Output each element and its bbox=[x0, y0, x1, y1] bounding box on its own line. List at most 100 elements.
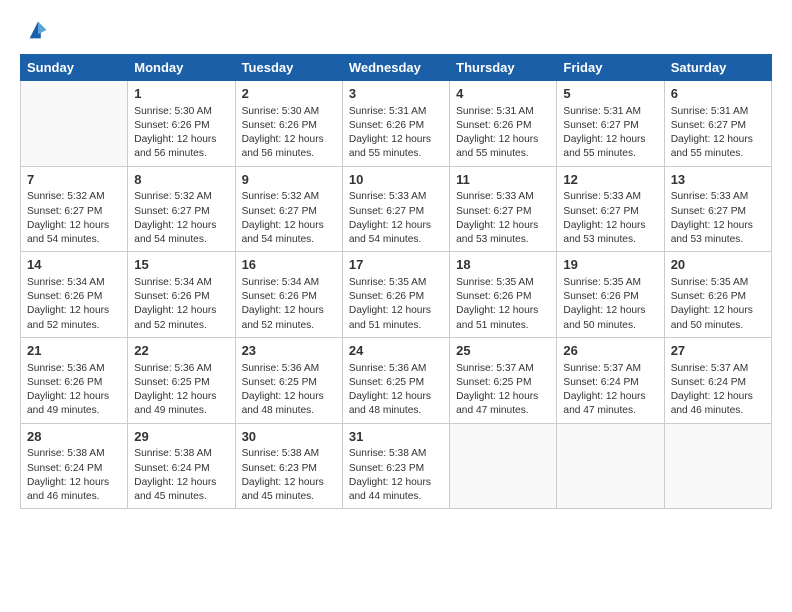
header-row: SundayMondayTuesdayWednesdayThursdayFrid… bbox=[21, 55, 772, 81]
day-number: 11 bbox=[456, 171, 550, 189]
day-number: 27 bbox=[671, 342, 765, 360]
day-number: 20 bbox=[671, 256, 765, 274]
day-number: 15 bbox=[134, 256, 228, 274]
day-number: 16 bbox=[242, 256, 336, 274]
day-cell: 28Sunrise: 5:38 AM Sunset: 6:24 PM Dayli… bbox=[21, 423, 128, 509]
day-number: 12 bbox=[563, 171, 657, 189]
day-info: Sunrise: 5:33 AM Sunset: 6:27 PM Dayligh… bbox=[671, 190, 765, 247]
day-info: Sunrise: 5:31 AM Sunset: 6:26 PM Dayligh… bbox=[349, 105, 443, 162]
day-cell: 16Sunrise: 5:34 AM Sunset: 6:26 PM Dayli… bbox=[235, 252, 342, 338]
day-number: 21 bbox=[27, 342, 121, 360]
day-number: 8 bbox=[134, 171, 228, 189]
header bbox=[20, 16, 772, 44]
day-info: Sunrise: 5:36 AM Sunset: 6:25 PM Dayligh… bbox=[242, 362, 336, 419]
day-number: 30 bbox=[242, 428, 336, 446]
day-cell: 18 Sunrise: 5:35 AM Sunset: 6:26 PM Dayli… bbox=[450, 252, 557, 338]
day-info: Sunrise: 5:33 AM Sunset: 6:27 PM Dayligh… bbox=[349, 190, 443, 247]
day-cell: 27 Sunrise: 5:37 AM Sunset: 6:24 PM Dayli… bbox=[664, 338, 771, 424]
day-cell: 19 Sunrise: 5:35 AM Sunset: 6:26 PM Dayli… bbox=[557, 252, 664, 338]
day-info: Sunrise: 5:36 AM Sunset: 6:25 PM Dayligh… bbox=[349, 362, 443, 419]
day-cell: 12Sunrise: 5:33 AM Sunset: 6:27 PM Dayli… bbox=[557, 166, 664, 252]
day-number: 17 bbox=[349, 256, 443, 274]
day-cell: 29Sunrise: 5:38 AM Sunset: 6:24 PM Dayli… bbox=[128, 423, 235, 509]
day-info: Sunrise: 5:32 AM Sunset: 6:27 PM Dayligh… bbox=[242, 190, 336, 247]
day-cell bbox=[664, 423, 771, 509]
day-info: Sunrise: 5:38 AM Sunset: 6:23 PM Dayligh… bbox=[242, 447, 336, 504]
day-cell: 31Sunrise: 5:38 AM Sunset: 6:23 PM Dayli… bbox=[342, 423, 449, 509]
header-cell-thursday: Thursday bbox=[450, 55, 557, 81]
logo-icon bbox=[24, 16, 52, 44]
day-cell: 24 Sunrise: 5:36 AM Sunset: 6:25 PM Dayli… bbox=[342, 338, 449, 424]
header-cell-wednesday: Wednesday bbox=[342, 55, 449, 81]
day-number: 3 bbox=[349, 85, 443, 103]
day-number: 18 bbox=[456, 256, 550, 274]
calendar-table: SundayMondayTuesdayWednesdayThursdayFrid… bbox=[20, 54, 772, 509]
day-cell: 9Sunrise: 5:32 AM Sunset: 6:27 PM Daylig… bbox=[235, 166, 342, 252]
day-cell: 21Sunrise: 5:36 AM Sunset: 6:26 PM Dayli… bbox=[21, 338, 128, 424]
header-cell-sunday: Sunday bbox=[21, 55, 128, 81]
day-number: 14 bbox=[27, 256, 121, 274]
day-cell: 1 Sunrise: 5:30 AM Sunset: 6:26 PM Daylig… bbox=[128, 81, 235, 167]
day-cell: 7Sunrise: 5:32 AM Sunset: 6:27 PM Daylig… bbox=[21, 166, 128, 252]
day-cell: 25 Sunrise: 5:37 AM Sunset: 6:25 PM Dayli… bbox=[450, 338, 557, 424]
week-row-3: 14 Sunrise: 5:34 AM Sunset: 6:26 PM Dayli… bbox=[21, 252, 772, 338]
day-cell: 17Sunrise: 5:35 AM Sunset: 6:26 PM Dayli… bbox=[342, 252, 449, 338]
day-number: 1 bbox=[134, 85, 228, 103]
page: SundayMondayTuesdayWednesdayThursdayFrid… bbox=[0, 0, 792, 521]
day-cell: 20 Sunrise: 5:35 AM Sunset: 6:26 PM Dayli… bbox=[664, 252, 771, 338]
day-info: Sunrise: 5:35 AM Sunset: 6:26 PM Dayligh… bbox=[563, 276, 657, 333]
day-number: 4 bbox=[456, 85, 550, 103]
day-info: Sunrise: 5:31 AM Sunset: 6:26 PM Dayligh… bbox=[456, 105, 550, 162]
day-info: Sunrise: 5:31 AM Sunset: 6:27 PM Dayligh… bbox=[671, 105, 765, 162]
day-info: Sunrise: 5:38 AM Sunset: 6:24 PM Dayligh… bbox=[134, 447, 228, 504]
header-cell-saturday: Saturday bbox=[664, 55, 771, 81]
day-info: Sunrise: 5:38 AM Sunset: 6:23 PM Dayligh… bbox=[349, 447, 443, 504]
day-info: Sunrise: 5:33 AM Sunset: 6:27 PM Dayligh… bbox=[456, 190, 550, 247]
week-row-2: 7 Sunrise: 5:32 AM Sunset: 6:27 PM Daylig… bbox=[21, 166, 772, 252]
day-number: 13 bbox=[671, 171, 765, 189]
day-info: Sunrise: 5:30 AM Sunset: 6:26 PM Dayligh… bbox=[134, 105, 228, 162]
day-info: Sunrise: 5:37 AM Sunset: 6:24 PM Dayligh… bbox=[563, 362, 657, 419]
day-cell: 11Sunrise: 5:33 AM Sunset: 6:27 PM Dayli… bbox=[450, 166, 557, 252]
logo bbox=[20, 16, 52, 44]
day-info: Sunrise: 5:37 AM Sunset: 6:25 PM Dayligh… bbox=[456, 362, 550, 419]
day-info: Sunrise: 5:35 AM Sunset: 6:26 PM Dayligh… bbox=[456, 276, 550, 333]
day-info: Sunrise: 5:34 AM Sunset: 6:26 PM Dayligh… bbox=[27, 276, 121, 333]
day-number: 22 bbox=[134, 342, 228, 360]
day-number: 28 bbox=[27, 428, 121, 446]
header-cell-monday: Monday bbox=[128, 55, 235, 81]
day-cell: 10Sunrise: 5:33 AM Sunset: 6:27 PM Dayli… bbox=[342, 166, 449, 252]
day-info: Sunrise: 5:35 AM Sunset: 6:26 PM Dayligh… bbox=[671, 276, 765, 333]
day-info: Sunrise: 5:38 AM Sunset: 6:24 PM Dayligh… bbox=[27, 447, 121, 504]
day-number: 29 bbox=[134, 428, 228, 446]
day-cell: 5Sunrise: 5:31 AM Sunset: 6:27 PM Daylig… bbox=[557, 81, 664, 167]
day-number: 19 bbox=[563, 256, 657, 274]
day-number: 25 bbox=[456, 342, 550, 360]
day-number: 7 bbox=[27, 171, 121, 189]
day-cell: 4 Sunrise: 5:31 AM Sunset: 6:26 PM Daylig… bbox=[450, 81, 557, 167]
week-row-1: 1 Sunrise: 5:30 AM Sunset: 6:26 PM Daylig… bbox=[21, 81, 772, 167]
day-number: 31 bbox=[349, 428, 443, 446]
day-info: Sunrise: 5:36 AM Sunset: 6:25 PM Dayligh… bbox=[134, 362, 228, 419]
day-cell: 13Sunrise: 5:33 AM Sunset: 6:27 PM Dayli… bbox=[664, 166, 771, 252]
day-cell: 6Sunrise: 5:31 AM Sunset: 6:27 PM Daylig… bbox=[664, 81, 771, 167]
day-number: 23 bbox=[242, 342, 336, 360]
day-number: 9 bbox=[242, 171, 336, 189]
header-cell-tuesday: Tuesday bbox=[235, 55, 342, 81]
day-info: Sunrise: 5:32 AM Sunset: 6:27 PM Dayligh… bbox=[134, 190, 228, 247]
day-cell: 22 Sunrise: 5:36 AM Sunset: 6:25 PM Dayli… bbox=[128, 338, 235, 424]
day-info: Sunrise: 5:33 AM Sunset: 6:27 PM Dayligh… bbox=[563, 190, 657, 247]
day-info: Sunrise: 5:31 AM Sunset: 6:27 PM Dayligh… bbox=[563, 105, 657, 162]
day-info: Sunrise: 5:30 AM Sunset: 6:26 PM Dayligh… bbox=[242, 105, 336, 162]
day-cell bbox=[557, 423, 664, 509]
day-cell: 15Sunrise: 5:34 AM Sunset: 6:26 PM Dayli… bbox=[128, 252, 235, 338]
day-cell: 30Sunrise: 5:38 AM Sunset: 6:23 PM Dayli… bbox=[235, 423, 342, 509]
day-number: 24 bbox=[349, 342, 443, 360]
day-info: Sunrise: 5:37 AM Sunset: 6:24 PM Dayligh… bbox=[671, 362, 765, 419]
header-cell-friday: Friday bbox=[557, 55, 664, 81]
day-cell bbox=[21, 81, 128, 167]
day-number: 10 bbox=[349, 171, 443, 189]
day-cell: 14 Sunrise: 5:34 AM Sunset: 6:26 PM Dayli… bbox=[21, 252, 128, 338]
day-number: 2 bbox=[242, 85, 336, 103]
day-cell: 3 Sunrise: 5:31 AM Sunset: 6:26 PM Daylig… bbox=[342, 81, 449, 167]
